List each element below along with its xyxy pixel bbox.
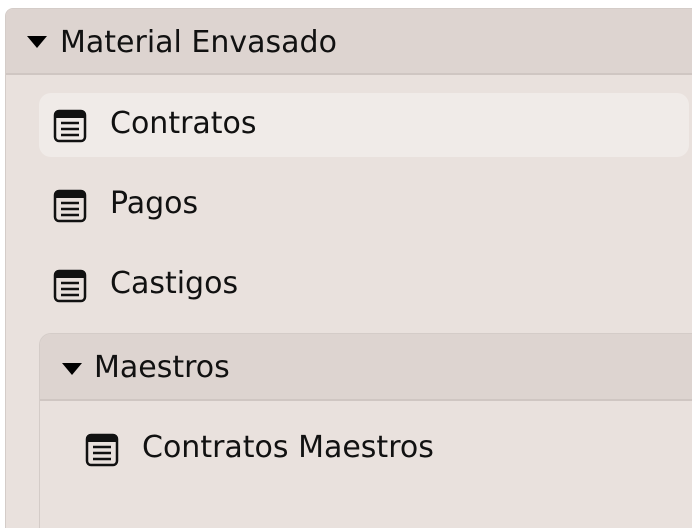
nav-item-label: Castigos [110,266,239,301]
triangle-down-icon[interactable] [62,363,82,375]
subgroup-header-maestros[interactable]: Maestros [40,334,692,401]
subgroup-title: Maestros [94,350,230,385]
nav-item-castigos[interactable]: Castigos [39,253,689,317]
nav-item-label: Contratos Maestros [142,430,434,465]
section-title: Material Envasado [60,25,337,60]
nav-item-label: Pagos [110,186,199,221]
list-document-icon [53,109,87,143]
nav-item-contratos[interactable]: Contratos [39,93,689,157]
list-document-icon [53,269,87,303]
nav-item-pagos[interactable]: Pagos [39,173,689,237]
subgroup-maestros: Maestros Contratos Maestros [39,333,692,528]
list-document-icon [85,433,119,467]
nav-item-contratos-maestros[interactable]: Contratos Maestros [71,417,692,481]
triangle-down-icon[interactable] [27,36,47,48]
nav-item-label: Contratos [110,106,257,141]
section-header-material-envasado[interactable]: Material Envasado [6,9,692,75]
material-envasado-panel: Material Envasado Contratos Pagos Castig… [5,8,692,528]
list-document-icon [53,189,87,223]
